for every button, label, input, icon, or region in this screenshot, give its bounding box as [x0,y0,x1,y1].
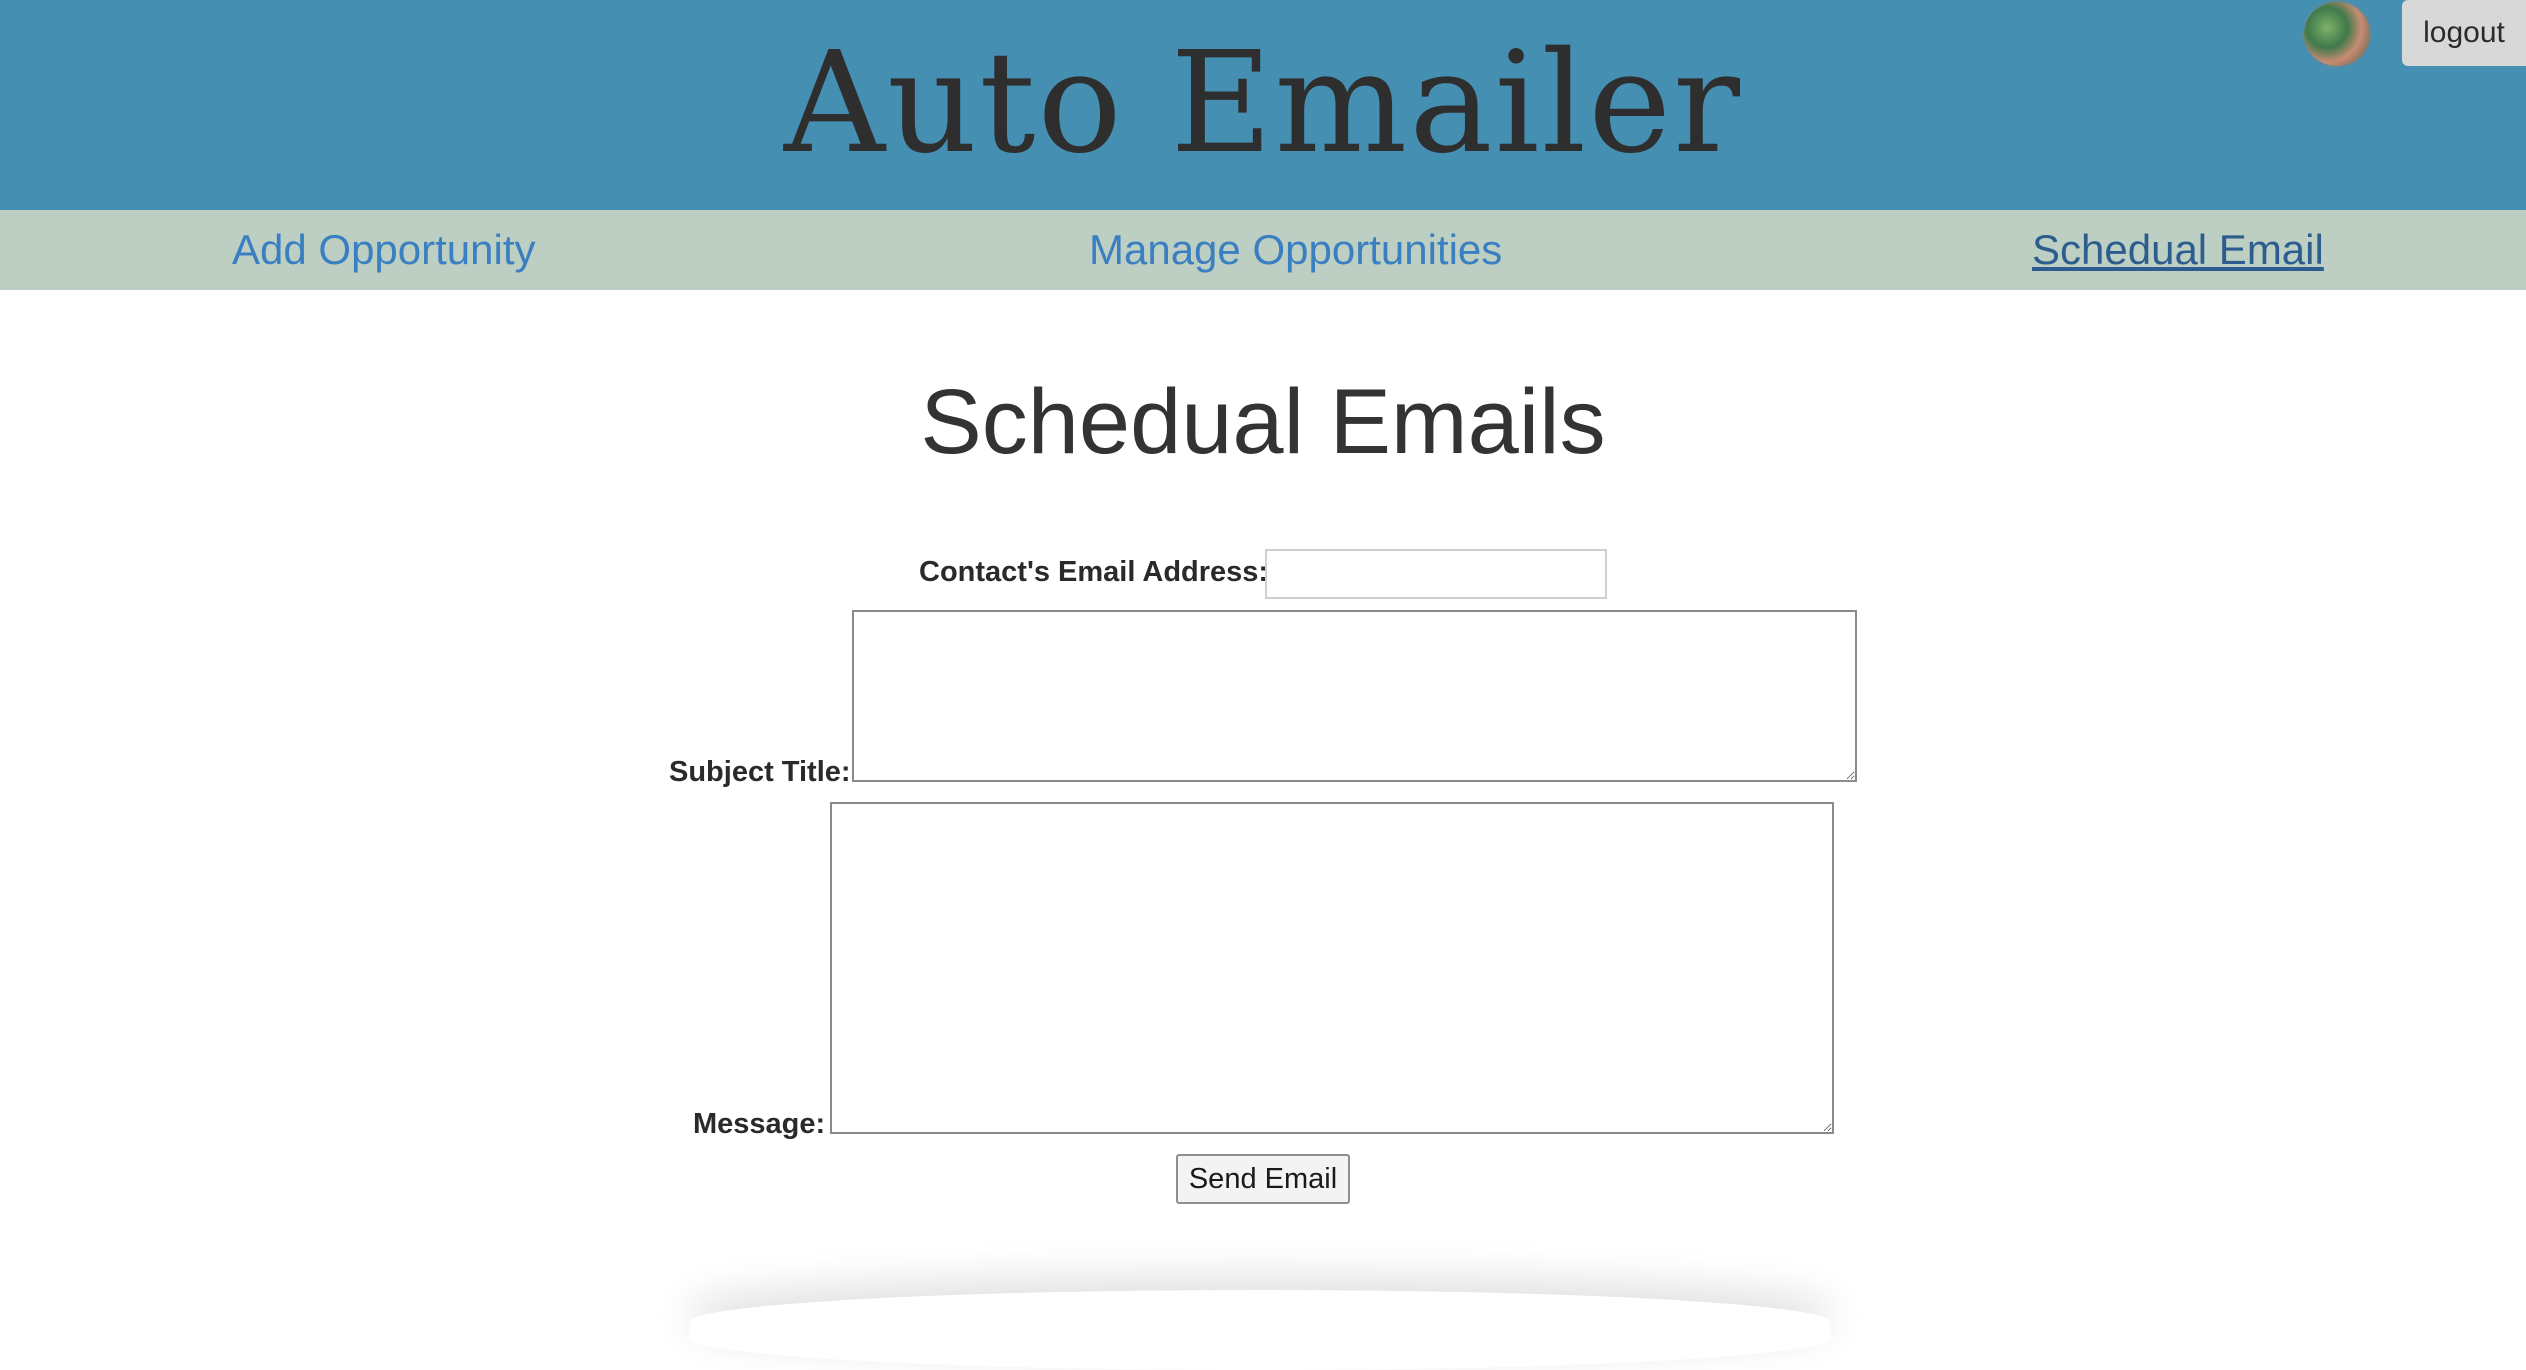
nav-manage-opportunities[interactable]: Manage Opportunities [1089,210,1502,290]
nav-add-opportunity[interactable]: Add Opportunity [232,210,536,290]
app-header: Auto Emailer logout [0,0,2526,210]
message-label: Message: [693,1108,826,1140]
subject-textarea[interactable] [852,610,1857,782]
nav-schedual-email[interactable]: Schedual Email [2032,210,2324,290]
email-field[interactable] [1265,549,1607,599]
app-title: Auto Emailer [783,22,1743,185]
email-label: Contact's Email Address: [919,556,1269,588]
user-avatar[interactable] [2302,0,2372,68]
main-nav: Add Opportunity Manage Opportunities Sch… [0,210,2526,290]
send-email-button[interactable]: Send Email [1176,1154,1350,1204]
subject-label: Subject Title: [669,756,851,788]
logout-button[interactable]: logout [2402,0,2526,66]
footer-panel [690,1290,1830,1370]
page-title: Schedual Emails [920,371,1606,473]
message-textarea[interactable] [830,802,1834,1134]
